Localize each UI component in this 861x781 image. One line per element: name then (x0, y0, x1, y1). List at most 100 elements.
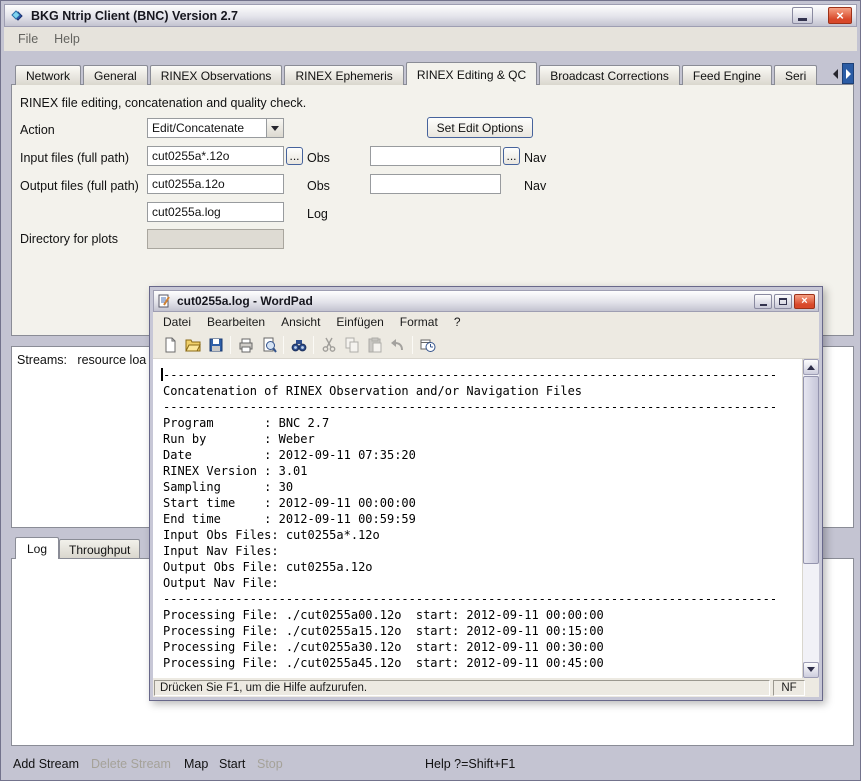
set-edit-options-button[interactable]: Set Edit Options (427, 117, 533, 138)
arrow-down-icon (807, 667, 815, 676)
wordpad-app-icon (157, 294, 171, 308)
paste-icon (363, 335, 386, 356)
map-button[interactable]: Map (184, 757, 208, 771)
action-dropdown-button[interactable] (266, 119, 283, 137)
chevron-left-icon (833, 69, 838, 79)
close-button[interactable]: × (828, 7, 852, 24)
main-window-title: BKG Ntrip Client (BNC) Version 2.7 (31, 9, 790, 23)
toolbar-separator (412, 336, 413, 354)
input-obs-field[interactable] (147, 146, 284, 166)
maximize-icon (779, 298, 787, 305)
input-nav-suffix-label: Nav (524, 151, 546, 165)
wp-menu-hilfe[interactable]: ? (446, 313, 469, 331)
wp-menu-datei[interactable]: Datei (155, 313, 199, 331)
input-files-label: Input files (full path) (20, 151, 129, 165)
menu-file[interactable]: File (10, 29, 46, 49)
tab-broadcast-corrections[interactable]: Broadcast Corrections (539, 65, 680, 85)
streams-header-label: Streams: resource loa (17, 353, 146, 367)
minimize-button[interactable] (792, 7, 813, 24)
panel-description: RINEX file editing, concatenation and qu… (20, 96, 306, 110)
footer-toolbar: Add Stream Delete Stream Map Start Stop … (1, 749, 860, 779)
statusbar-nf-indicator: NF (773, 680, 805, 696)
bnc-app-icon (9, 8, 25, 24)
find-icon[interactable] (287, 335, 310, 356)
bnc-main-window: BKG Ntrip Client (BNC) Version 2.7 × Fil… (0, 0, 861, 781)
wordpad-toolbar (153, 332, 819, 359)
output-log-field[interactable] (147, 202, 284, 222)
wordpad-window-title: cut0255a.log - WordPad (177, 294, 752, 308)
close-icon: × (801, 295, 807, 307)
wordpad-titlebar[interactable]: cut0255a.log - WordPad × (153, 290, 819, 312)
wordpad-minimize-button[interactable] (754, 294, 772, 309)
vertical-scrollbar[interactable] (802, 359, 819, 678)
print-icon[interactable] (234, 335, 257, 356)
minimize-icon (798, 18, 807, 21)
output-nav-field[interactable] (370, 174, 501, 194)
toolbar-separator (283, 336, 284, 354)
tab-rinex-observations[interactable]: RINEX Observations (150, 65, 283, 85)
tab-throughput[interactable]: Throughput (59, 539, 140, 559)
input-obs-suffix-label: Obs (307, 151, 330, 165)
main-tabbar: Network General RINEX Observations RINEX… (15, 62, 819, 85)
main-menubar: File Help (4, 27, 857, 51)
output-log-suffix-label: Log (307, 207, 328, 221)
wp-menu-bearbeiten[interactable]: Bearbeiten (199, 313, 273, 331)
scrollbar-track[interactable] (803, 564, 819, 662)
chevron-down-icon (271, 126, 279, 135)
open-folder-icon[interactable] (181, 335, 204, 356)
wp-menu-einfuegen[interactable]: Einfügen (328, 313, 391, 331)
scrollbar-thumb[interactable] (803, 376, 819, 564)
copy-icon (340, 335, 363, 356)
input-nav-browse-button[interactable]: ... (503, 147, 520, 165)
output-obs-suffix-label: Obs (307, 179, 330, 193)
add-stream-button[interactable]: Add Stream (13, 757, 79, 771)
tab-network[interactable]: Network (15, 65, 81, 85)
print-preview-icon[interactable] (257, 335, 280, 356)
tab-rinex-editing-qc[interactable]: RINEX Editing & QC (406, 62, 537, 85)
wordpad-menubar: Datei Bearbeiten Ansicht Einfügen Format… (153, 312, 819, 332)
input-obs-browse-button[interactable]: ... (286, 147, 303, 165)
insert-datetime-icon[interactable] (416, 335, 439, 356)
delete-stream-button: Delete Stream (91, 757, 171, 771)
new-document-icon[interactable] (158, 335, 181, 356)
statusbar-message: Drücken Sie F1, um die Hilfe aufzurufen. (154, 680, 770, 696)
wp-menu-format[interactable]: Format (392, 313, 446, 331)
wordpad-statusbar: Drücken Sie F1, um die Hilfe aufzurufen.… (153, 678, 819, 697)
tab-scroll-left-button[interactable] (829, 63, 841, 84)
toolbar-separator (313, 336, 314, 354)
action-label: Action (20, 123, 55, 137)
plots-directory-field (147, 229, 284, 249)
action-selected-value: Edit/Concatenate (148, 119, 266, 137)
action-select[interactable]: Edit/Concatenate (147, 118, 284, 138)
tab-rinex-ephemeris[interactable]: RINEX Ephemeris (284, 65, 403, 85)
help-shortcut-label[interactable]: Help ?=Shift+F1 (425, 757, 515, 771)
tab-general[interactable]: General (83, 65, 148, 85)
menu-help[interactable]: Help (46, 29, 88, 49)
tab-serial[interactable]: Seri (774, 65, 817, 85)
scroll-up-button[interactable] (803, 359, 819, 375)
undo-icon (386, 335, 409, 356)
wordpad-maximize-button[interactable] (774, 294, 792, 309)
close-icon: × (836, 8, 844, 23)
minimize-icon (760, 304, 767, 306)
tab-scroll-right-button[interactable] (842, 63, 854, 84)
chevron-right-icon (846, 69, 851, 79)
wordpad-document-area: ----------------------------------------… (153, 359, 819, 678)
tab-log[interactable]: Log (15, 537, 59, 559)
plots-directory-label: Directory for plots (20, 232, 118, 246)
main-titlebar[interactable]: BKG Ntrip Client (BNC) Version 2.7 × (4, 4, 857, 27)
scroll-down-button[interactable] (803, 662, 819, 678)
output-files-label: Output files (full path) (20, 179, 139, 193)
output-nav-suffix-label: Nav (524, 179, 546, 193)
input-nav-field[interactable] (370, 146, 501, 166)
wordpad-document-text[interactable]: ----------------------------------------… (153, 359, 802, 678)
arrow-up-icon (807, 361, 815, 370)
start-button[interactable]: Start (219, 757, 245, 771)
tab-feed-engine[interactable]: Feed Engine (682, 65, 772, 85)
text-caret (161, 368, 163, 381)
save-icon[interactable] (204, 335, 227, 356)
wp-menu-ansicht[interactable]: Ansicht (273, 313, 328, 331)
stop-button: Stop (257, 757, 283, 771)
output-obs-field[interactable] (147, 174, 284, 194)
wordpad-close-button[interactable]: × (794, 294, 815, 309)
